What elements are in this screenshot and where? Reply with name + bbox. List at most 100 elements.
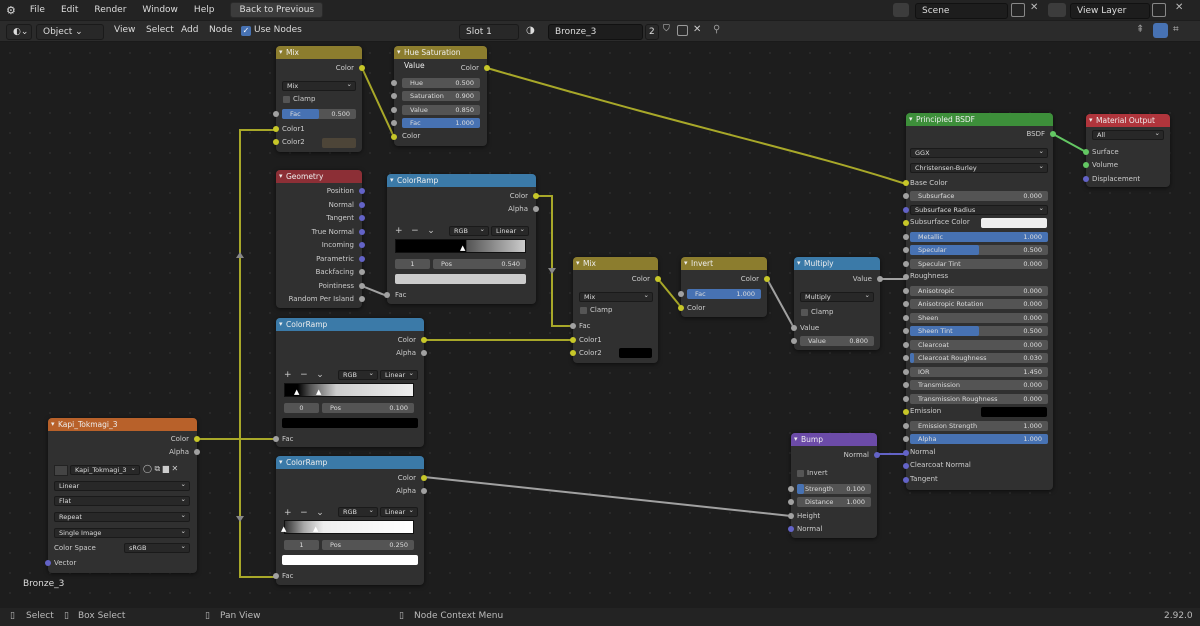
color-output-socket[interactable] — [533, 193, 539, 199]
clearcoat-field[interactable]: Clearcoat 0.000 — [910, 339, 1048, 350]
value-input-socket[interactable] — [791, 325, 797, 331]
strength-socket[interactable] — [788, 486, 794, 492]
hue-field[interactable]: Hue 0.500 — [402, 78, 480, 88]
node-header[interactable]: ColorRamp — [276, 456, 424, 469]
stop-index-field[interactable]: 1 — [395, 259, 430, 269]
surface-socket[interactable] — [1083, 149, 1089, 155]
geometry-output-socket[interactable] — [359, 188, 365, 194]
stop-color-swatch[interactable] — [282, 555, 418, 565]
alpha-output-socket[interactable] — [421, 350, 427, 356]
tangent-socket[interactable] — [903, 476, 909, 483]
roughness-socket[interactable] — [903, 274, 909, 280]
ramp-stop-handle[interactable]: ▲ — [316, 388, 321, 396]
strength-field[interactable]: Strength 0.100 — [797, 484, 871, 494]
emission-socket[interactable] — [903, 409, 909, 415]
ior-socket[interactable] — [903, 368, 909, 375]
displacement-socket[interactable] — [1083, 176, 1089, 182]
node-header[interactable]: Kapi_Tokmagi_3 — [48, 418, 197, 431]
color-ramp-bar[interactable] — [284, 383, 414, 397]
subsurface-socket[interactable] — [903, 193, 909, 199]
base-color-socket[interactable] — [903, 180, 909, 186]
node-header[interactable]: Multiply — [794, 257, 880, 270]
color-output-socket[interactable] — [194, 436, 200, 442]
metallic-socket[interactable] — [903, 233, 909, 240]
anisotropic-socket[interactable] — [903, 287, 909, 294]
value-field[interactable]: Value 0.850 — [402, 105, 480, 115]
node-header[interactable]: ColorRamp — [276, 318, 424, 331]
node-colorramp-3[interactable]: ColorRamp Color Alpha + − ⌄ RGB Linear ▲… — [273, 456, 427, 585]
stop-pos-field[interactable]: Pos 0.250 — [322, 540, 414, 550]
subsurface-color-socket[interactable] — [903, 220, 909, 226]
node-header[interactable]: Invert — [681, 257, 767, 270]
saturation-socket[interactable] — [391, 93, 397, 99]
source-dropdown[interactable]: Single Image — [54, 527, 190, 538]
stop-color-swatch[interactable] — [395, 274, 526, 284]
alpha-output-socket[interactable] — [421, 488, 427, 494]
value2-input-socket[interactable] — [791, 338, 797, 344]
interpolation-dropdown[interactable]: Linear — [491, 225, 529, 236]
color1-input-socket[interactable] — [273, 126, 279, 132]
node-header[interactable]: Geometry — [276, 170, 362, 183]
normal-socket[interactable] — [903, 449, 909, 456]
node-header[interactable]: Mix — [276, 46, 362, 59]
color-output-socket[interactable] — [421, 337, 427, 343]
clamp-checkbox[interactable] — [801, 309, 808, 316]
fac-input-socket[interactable] — [678, 291, 684, 297]
clearcoat-socket[interactable] — [903, 341, 909, 348]
projection-dropdown[interactable]: Flat — [54, 495, 190, 506]
color-output-socket[interactable] — [484, 65, 490, 71]
subsurface-color-swatch[interactable] — [981, 218, 1047, 228]
color-output-socket[interactable] — [655, 276, 661, 282]
fac-input-socket[interactable] — [273, 573, 279, 579]
node-header[interactable]: Material Output — [1086, 114, 1170, 127]
distance-socket[interactable] — [788, 499, 794, 505]
color-output-socket[interactable] — [359, 65, 365, 71]
specular-field[interactable]: Specular 0.500 — [910, 245, 1048, 255]
stop-index-field[interactable]: 0 — [284, 403, 319, 413]
specular-tint-field[interactable]: Specular Tint 0.000 — [910, 258, 1048, 269]
node-mix-2[interactable]: Mix Color Mix Clamp Fac Color1 Color2 — [570, 257, 661, 363]
geometry-output-socket[interactable] — [359, 215, 365, 221]
color2-input-socket[interactable] — [570, 350, 576, 356]
sheen-tint-field[interactable]: Sheen Tint 0.500 — [910, 326, 1048, 336]
node-colorramp-2[interactable]: ColorRamp Color Alpha + − ⌄ RGB Linear ▲… — [273, 318, 427, 447]
node-hue-saturation-value[interactable]: Hue Saturation Value Color Hue 0.500 Satu… — [391, 46, 490, 146]
node-header[interactable]: ColorRamp — [387, 174, 536, 187]
stop-index-field[interactable]: 1 — [284, 540, 319, 550]
node-colorramp-1[interactable]: ColorRamp Color Alpha + − ⌄ RGB Linear ▲… — [384, 174, 539, 304]
fac-socket[interactable] — [391, 120, 397, 126]
bsdf-output-socket[interactable] — [1050, 131, 1056, 137]
anisotropic-field[interactable]: Anisotropic 0.000 — [910, 285, 1048, 296]
interpolation-dropdown[interactable]: Linear — [380, 506, 418, 517]
color-space-dropdown[interactable]: sRGB — [124, 542, 190, 553]
metallic-field[interactable]: Metallic 1.000 — [910, 231, 1048, 242]
geometry-output-socket[interactable] — [359, 201, 365, 208]
color2-input-socket[interactable] — [273, 139, 279, 145]
subsurface-method-dropdown[interactable]: Christensen-Burley — [910, 162, 1048, 173]
geometry-output-socket[interactable] — [359, 296, 365, 302]
value-output-socket[interactable] — [877, 276, 883, 282]
node-header[interactable]: Hue Saturation Value — [394, 46, 487, 70]
height-socket[interactable] — [788, 513, 794, 519]
geometry-output-socket[interactable] — [359, 282, 365, 289]
emission-strength-socket[interactable] — [903, 422, 909, 429]
ramp-toolbar-icons[interactable]: + − ⌄ — [284, 508, 324, 518]
color-mode-dropdown[interactable]: RGB — [449, 225, 489, 236]
clamp-checkbox[interactable] — [580, 307, 587, 314]
hue-socket[interactable] — [391, 80, 397, 86]
color-input-socket[interactable] — [678, 305, 684, 311]
color-mode-dropdown[interactable]: RGB — [338, 506, 378, 517]
invert-fac-field[interactable]: Fac 1.000 — [687, 289, 761, 299]
fac-input-socket[interactable] — [570, 323, 576, 329]
alpha-field[interactable]: Alpha 1.000 — [910, 434, 1048, 444]
stop-color-swatch[interactable] — [282, 418, 418, 428]
distribution-dropdown[interactable]: GGX — [910, 147, 1048, 158]
fac-input-socket[interactable] — [273, 436, 279, 442]
geometry-output-socket[interactable] — [359, 255, 365, 262]
alpha-socket[interactable] — [903, 436, 909, 442]
saturation-field[interactable]: Saturation 0.900 — [402, 91, 480, 101]
anisotropic-rotation-socket[interactable] — [903, 301, 909, 307]
specular-socket[interactable] — [903, 247, 909, 253]
node-invert[interactable]: Invert Color Fac 1.000 Color — [678, 257, 770, 317]
alpha-output-socket[interactable] — [533, 206, 539, 212]
